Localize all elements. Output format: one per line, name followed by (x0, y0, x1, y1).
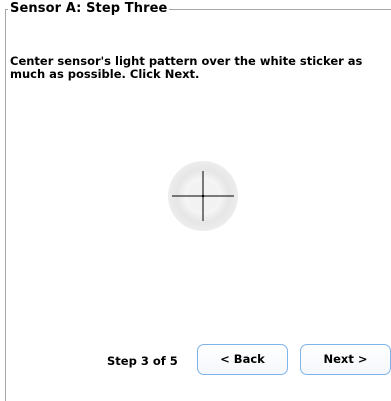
back-button[interactable]: < Back (197, 344, 288, 375)
instruction-text: Center sensor's light pattern over the w… (10, 54, 363, 81)
next-button[interactable]: Next > (300, 344, 391, 375)
step-indicator: Step 3 of 5 (107, 354, 178, 368)
group-title: Sensor A: Step Three (8, 1, 170, 17)
crosshair-target-icon (168, 161, 238, 231)
wizard-footer: Step 3 of 5 < Back Next > (0, 340, 391, 380)
